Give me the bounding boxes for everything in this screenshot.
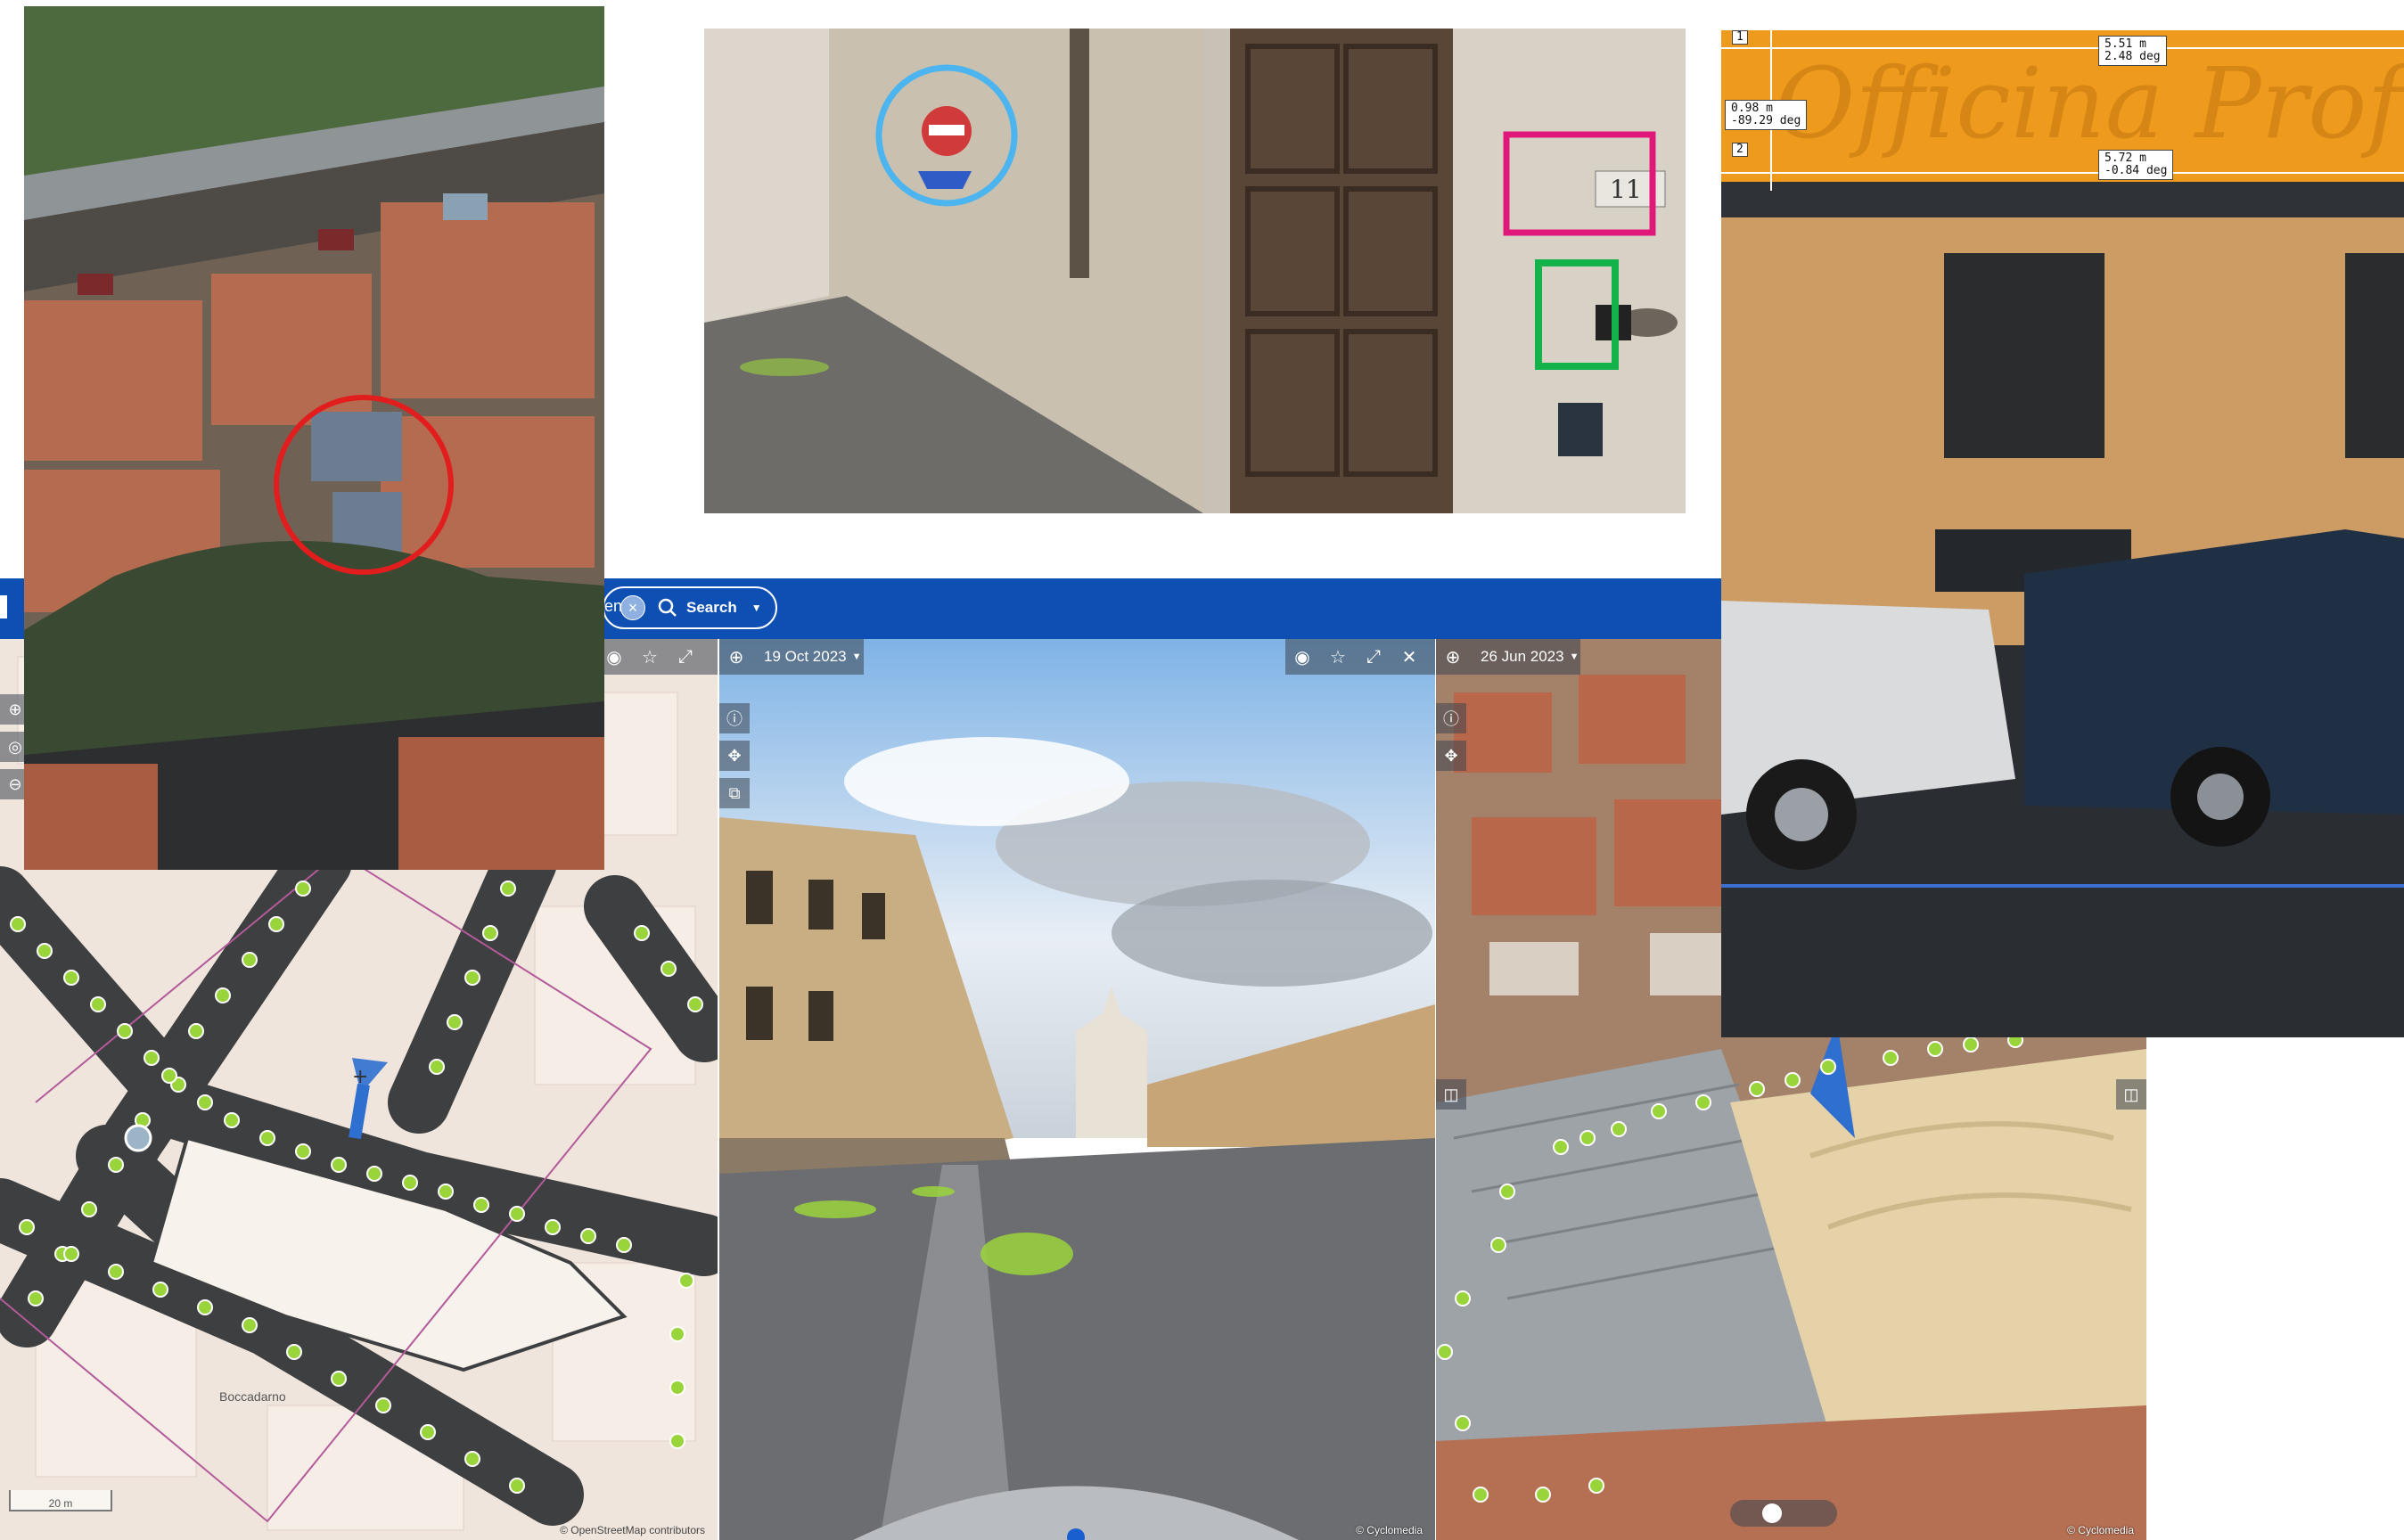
map-credit: © OpenStreetMap contributors <box>560 1524 705 1536</box>
watermark-text: Officina Profu <box>1775 46 2404 160</box>
svg-text:+: + <box>352 1066 368 1088</box>
oblique-date-toolbar: ⊕ 26 Jun 2023 ▼ <box>1436 639 1580 675</box>
panorama-date-toolbar: ⊕ 19 Oct 2023 ▼ <box>719 639 864 675</box>
crosshair-icon[interactable]: ✥ <box>719 741 750 771</box>
zoom-icon[interactable]: ⊕ <box>721 643 751 671</box>
app-menu-handle[interactable] <box>0 595 7 618</box>
expand-icon[interactable]: ⤢ <box>1358 643 1389 671</box>
blue-highlight-circle <box>875 64 1018 207</box>
aerial-photo-inset <box>24 6 604 870</box>
info-icon[interactable]: ⓘ <box>1436 703 1466 733</box>
star-icon[interactable]: ☆ <box>635 643 665 671</box>
date-selector[interactable]: 19 Oct 2023 ▼ <box>764 644 862 669</box>
panorama-viewer[interactable]: ⊕ 19 Oct 2023 ▼ ◉ ☆ ⤢ ✕ ⓘ ✥ ⧉ © Cyclomed… <box>719 639 1435 1540</box>
camera-icon[interactable]: ◫ <box>2116 1079 2146 1110</box>
green-highlight-box <box>1535 259 1619 370</box>
search-label: Search <box>686 599 737 616</box>
measurement-photo: Officina Profu <box>1721 30 2404 1037</box>
oblique-credit: © Cyclomedia <box>2067 1524 2134 1536</box>
search-icon <box>658 598 677 617</box>
slider-handle[interactable] <box>1762 1503 1782 1523</box>
red-highlight-circle <box>274 395 454 575</box>
measure-point-2: 2 <box>1732 143 1748 157</box>
panorama-credit: © Cyclomedia <box>1356 1524 1423 1536</box>
date-label: 26 Jun 2023 <box>1481 648 1564 665</box>
caret-down-icon: ▼ <box>751 602 762 614</box>
measure-label-1: 5.51 m 2.48 deg <box>2098 36 2167 66</box>
date-label: 19 Oct 2023 <box>764 648 847 665</box>
measure-point-1: 1 <box>1732 30 1748 45</box>
date-selector[interactable]: 26 Jun 2023 ▼ <box>1481 644 1579 669</box>
panorama-actions-toolbar: ◉ ☆ ⤢ ✕ <box>1285 639 1435 675</box>
street-photo-inset: 11 <box>704 29 1686 513</box>
info-icon[interactable]: ⓘ <box>719 703 750 733</box>
magenta-highlight-box <box>1503 131 1656 236</box>
measure-label-3: 5.72 m -0.84 deg <box>2098 150 2174 180</box>
map-toolbar: ◉ ☆ ⤢ <box>595 639 718 675</box>
eye-icon[interactable]: ◉ <box>1287 643 1317 671</box>
crosshair-icon[interactable]: ✥ <box>1436 741 1466 771</box>
search-button[interactable]: Search ▼ <box>603 586 777 629</box>
time-slider[interactable] <box>1730 1500 1837 1527</box>
measure-label-2: 0.98 m -89.29 deg <box>1725 100 1808 130</box>
close-icon[interactable]: ✕ <box>1394 643 1424 671</box>
caret-down-icon: ▼ <box>851 651 862 662</box>
camera-icon[interactable]: ◫ <box>1436 1079 1466 1110</box>
annotation-overlay <box>875 64 1656 370</box>
star-icon[interactable]: ☆ <box>1323 643 1353 671</box>
map-place-label: Boccadarno <box>219 1389 286 1404</box>
expand-icon[interactable]: ⤢ <box>670 643 701 671</box>
caret-down-icon: ▼ <box>1569 651 1579 662</box>
measure-icon[interactable]: ⧉ <box>719 778 750 808</box>
panorama-image <box>719 639 1435 1540</box>
measurement-photo-inset: Officina Profu 5.51 m 2.48 deg 0.98 m -8… <box>1721 30 2404 1037</box>
map-scale-bar: 20 m <box>9 1490 112 1511</box>
zoom-icon[interactable]: ⊕ <box>1438 643 1468 671</box>
